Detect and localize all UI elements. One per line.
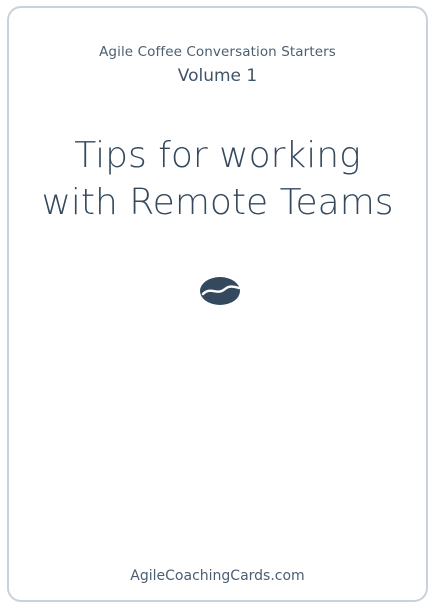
card-title-line-2: with Remote Teams xyxy=(41,182,394,223)
card-title: Tips for working with Remote Teams xyxy=(9,132,426,226)
coffee-bean-icon xyxy=(200,277,241,305)
series-title: Agile Coffee Conversation Starters xyxy=(99,44,336,60)
volume-label: Volume 1 xyxy=(177,66,258,86)
card-title-line-1: Tips for working xyxy=(74,135,361,176)
footer-website: AgileCoachingCards.com xyxy=(130,568,305,584)
card: Agile Coffee Conversation Starters Volum… xyxy=(7,6,428,602)
